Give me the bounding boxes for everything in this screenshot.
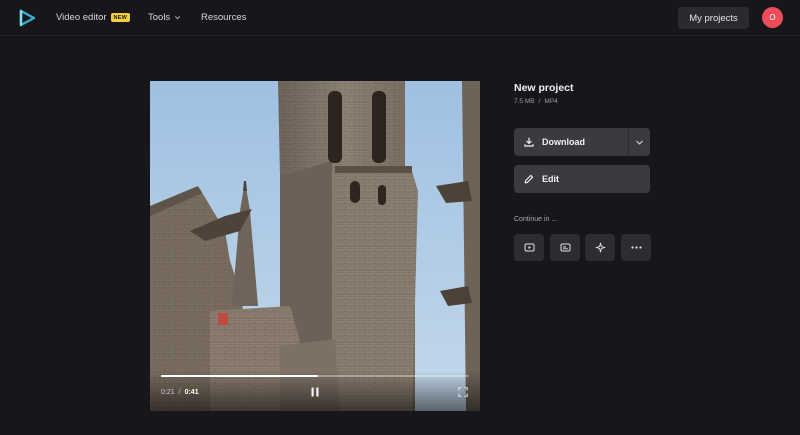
- sparkle-icon: [595, 242, 605, 253]
- nav-video-editor-label: Video editor: [56, 12, 107, 23]
- download-label: Download: [542, 137, 585, 147]
- progress-fill: [161, 375, 319, 377]
- top-navigation-bar: Video editor NEW Tools Resources My proj…: [0, 0, 800, 36]
- avatar[interactable]: O: [762, 7, 783, 28]
- meta-separator: /: [538, 98, 541, 105]
- nav-tools-label: Tools: [148, 12, 171, 23]
- pencil-icon: [524, 174, 534, 184]
- continue-sparkle-button[interactable]: [585, 234, 615, 261]
- nav-resources-label: Resources: [201, 12, 247, 23]
- continue-subtitles-button[interactable]: [550, 234, 580, 261]
- nav-video-editor[interactable]: Video editor NEW: [56, 12, 130, 23]
- continue-video-player-button[interactable]: [514, 234, 544, 261]
- edit-label: Edit: [542, 174, 559, 184]
- total-time: 0:41: [184, 389, 199, 396]
- video-controls: 0:21 / 0:41: [150, 371, 480, 411]
- video-player-icon: [524, 243, 534, 252]
- subtitles-icon: [560, 243, 570, 252]
- nav-resources[interactable]: Resources: [201, 12, 246, 23]
- download-main[interactable]: Download: [514, 128, 628, 156]
- video-preview[interactable]: 0:21 / 0:41: [150, 81, 480, 411]
- edit-button[interactable]: Edit: [514, 165, 650, 193]
- download-options-button[interactable]: [628, 128, 650, 156]
- file-size: 7.5 MB: [514, 98, 535, 105]
- my-projects-button[interactable]: My projects: [678, 7, 749, 29]
- current-time: 0:21: [161, 389, 175, 396]
- project-title: New project: [514, 82, 574, 94]
- nav-tools[interactable]: Tools: [148, 12, 181, 23]
- chevron-down-icon: [636, 140, 643, 145]
- project-meta: 7.5 MB / MP4: [514, 98, 558, 105]
- new-badge: NEW: [110, 13, 130, 22]
- chevron-down-icon: [175, 16, 181, 20]
- time-display: 0:21 / 0:41: [161, 389, 199, 396]
- pause-icon[interactable]: [309, 386, 321, 398]
- time-separator: /: [178, 389, 181, 396]
- more-icon: [630, 246, 642, 249]
- fullscreen-icon[interactable]: [458, 387, 468, 397]
- continue-in-label: Continue in ...: [514, 216, 558, 223]
- progress-bar[interactable]: [161, 375, 469, 377]
- file-format: MP4: [544, 98, 558, 105]
- app-logo-icon[interactable]: [18, 9, 36, 27]
- continue-more-button[interactable]: [621, 234, 651, 261]
- download-icon: [524, 137, 534, 147]
- download-button[interactable]: Download: [514, 128, 650, 156]
- video-frame-image: [150, 81, 480, 411]
